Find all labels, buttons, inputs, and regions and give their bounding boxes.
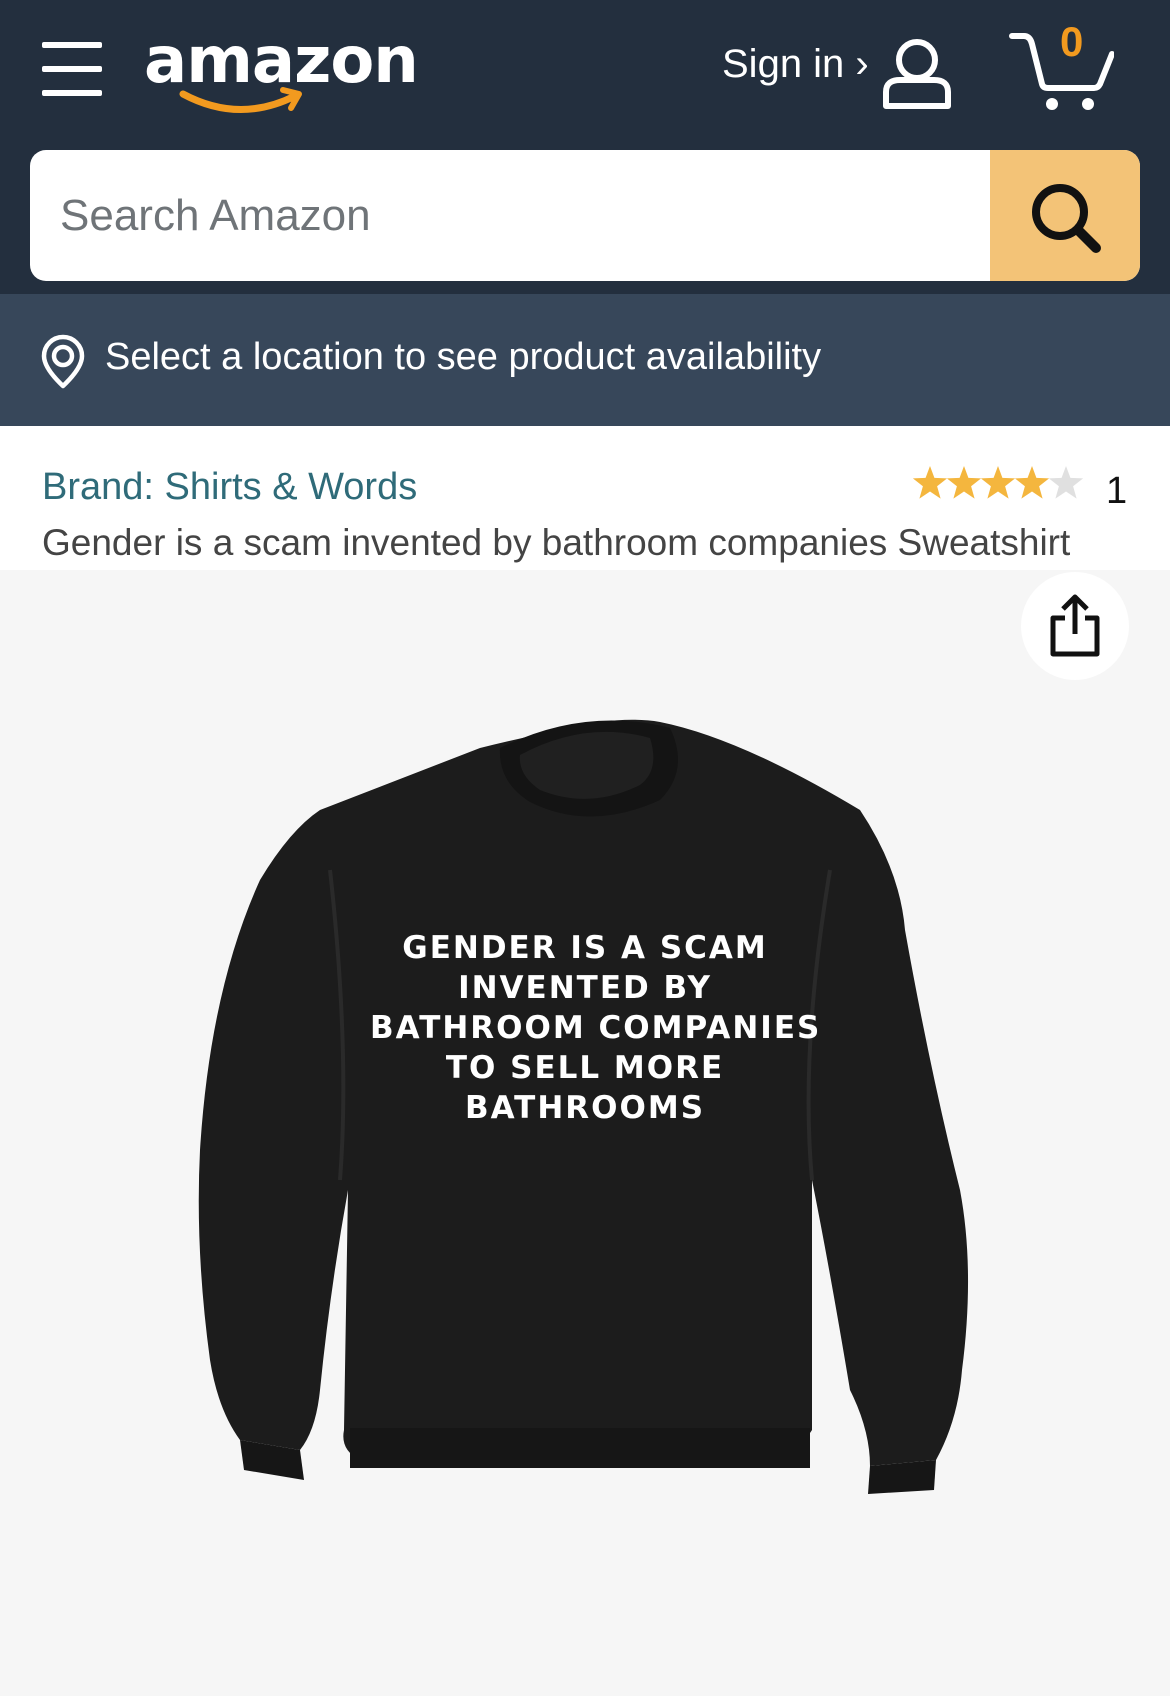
cart-count-badge: 0 (1060, 18, 1084, 65)
location-bar[interactable]: Select a location to see product availab… (0, 294, 1170, 426)
shirt-print-text: GENDER IS A SCAM INVENTED BY BATHROOM CO… (370, 928, 822, 1128)
star-filled-icon (980, 466, 1016, 499)
search-input[interactable] (30, 150, 990, 281)
print-line: GENDER IS A SCAM (402, 930, 768, 966)
print-line: BATHROOM COMPANIES (370, 1010, 822, 1046)
sweatshirt-image (198, 719, 969, 1494)
cart-button[interactable]: 0 (1008, 18, 1115, 114)
hamburger-menu-icon[interactable] (42, 42, 102, 96)
product-title: Gender is a scam invented by bathroom co… (42, 522, 1071, 563)
rating-count[interactable]: 1 (1106, 470, 1127, 513)
print-line: TO SELL MORE (445, 1050, 725, 1086)
amazon-logo[interactable]: amazon (144, 24, 419, 120)
share-icon (1050, 594, 1100, 657)
search-bar (30, 150, 1140, 281)
user-icon[interactable] (880, 36, 954, 110)
logo-smile-icon (179, 87, 302, 113)
star-filled-icon (912, 466, 948, 499)
search-icon (1032, 184, 1101, 253)
product-image-area[interactable]: GENDER IS A SCAM INVENTED BY BATHROOM CO… (0, 570, 1170, 1696)
star-empty-icon (1048, 466, 1084, 499)
star-rating[interactable] (912, 464, 1092, 504)
brand-link[interactable]: Brand: Shirts & Words (42, 466, 417, 509)
sign-in-link[interactable]: Sign in › (722, 42, 869, 87)
search-button[interactable] (990, 150, 1140, 281)
print-line: INVENTED BY (458, 970, 712, 1006)
product-info: Brand: Shirts & Words 1 Gender is a scam… (0, 426, 1170, 570)
top-nav-bar: amazon Sign in › 0 (0, 0, 1170, 294)
star-filled-icon (1014, 466, 1050, 499)
location-pin-icon (41, 334, 85, 389)
star-filled-icon (946, 466, 982, 499)
print-line: BATHROOMS (464, 1090, 706, 1126)
location-prompt-text: Select a location to see product availab… (105, 336, 822, 378)
share-button[interactable] (1021, 572, 1129, 680)
